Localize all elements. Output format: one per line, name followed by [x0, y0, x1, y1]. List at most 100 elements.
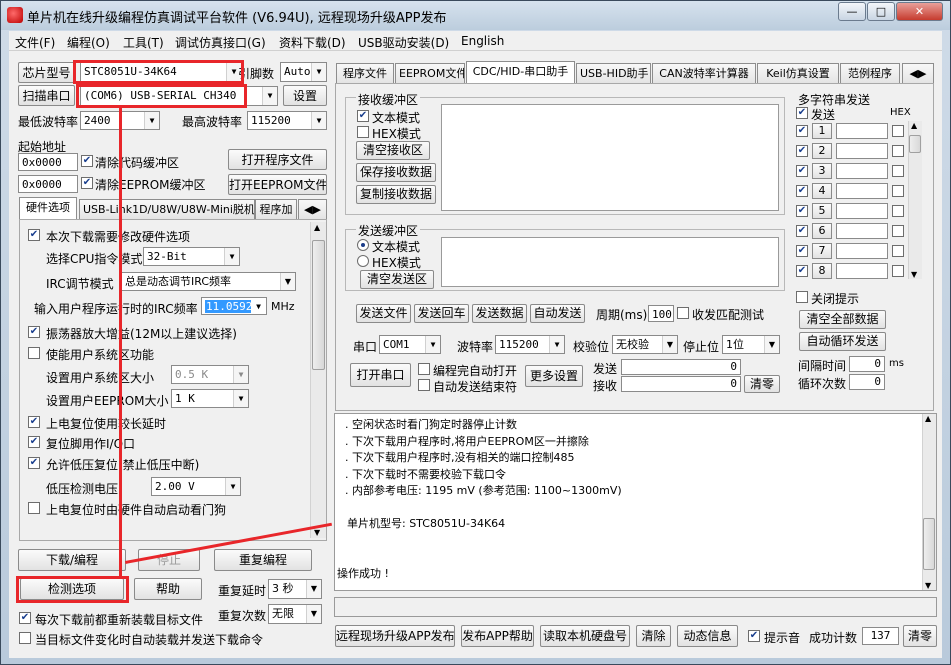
multi-row-text-input[interactable]: [836, 183, 888, 199]
low-voltage-reset-checkbox[interactable]: ✔: [28, 457, 40, 469]
send-buffer-textarea[interactable]: [441, 237, 779, 287]
send-enter-button[interactable]: 发送回车: [414, 304, 469, 323]
multi-row-send-checkbox[interactable]: ✔: [796, 165, 808, 177]
reset-pin-io-checkbox[interactable]: ✔: [28, 436, 40, 448]
system-area-size-select[interactable]: 0.5 K ▼: [171, 365, 249, 384]
need-modify-checkbox[interactable]: ✔: [28, 229, 40, 241]
maximize-button[interactable]: □: [867, 2, 895, 21]
multi-row-hex-checkbox[interactable]: [892, 165, 904, 177]
cpu-mode-select[interactable]: 32-Bit ▼: [143, 247, 240, 266]
multi-row-text-input[interactable]: [836, 123, 888, 139]
close-hint-checkbox[interactable]: [796, 291, 808, 303]
tab-program-file[interactable]: 程序文件: [336, 63, 394, 83]
menu-english[interactable]: English: [461, 34, 504, 48]
tab-keil-sim[interactable]: Keil仿真设置: [757, 63, 839, 83]
multi-row-text-input[interactable]: [836, 243, 888, 259]
receive-hex-mode-checkbox[interactable]: [357, 126, 369, 138]
clear-send-button[interactable]: 清空发送区: [360, 270, 434, 289]
multi-row-send-button[interactable]: 5: [812, 203, 832, 219]
pin-count-select[interactable]: Auto ▼: [280, 62, 327, 82]
multi-row-send-checkbox[interactable]: ✔: [796, 145, 808, 157]
download-program-button[interactable]: 下载/编程: [18, 549, 126, 571]
multi-row-send-button[interactable]: 1: [812, 123, 832, 139]
chip-model-button[interactable]: 芯片型号: [18, 62, 75, 83]
tab-usb-link-offline[interactable]: USB-Link1D/U8W/U8W-Mini脱机: [79, 199, 255, 219]
clear-receive-button[interactable]: 清空接收区: [356, 141, 430, 160]
irc-mode-select[interactable]: 总是动态调节IRC频率 ▼: [121, 272, 296, 291]
auto-send-button[interactable]: 自动发送: [530, 304, 585, 323]
clear-all-data-button[interactable]: 清空全部数据: [799, 310, 886, 329]
multi-send-scrollbar[interactable]: ▲ ▼: [908, 121, 922, 279]
help-button[interactable]: 帮助: [134, 578, 202, 600]
animation-info-button[interactable]: 动态信息: [677, 625, 738, 647]
log-scrollbar-thumb[interactable]: [923, 518, 935, 570]
clear-success-count-button[interactable]: 清零: [903, 625, 937, 647]
scan-port-button[interactable]: 扫描串口: [18, 85, 75, 106]
beep-checkbox[interactable]: ✔: [748, 630, 760, 642]
title-bar[interactable]: 单片机在线升级编程仿真调试平台软件 (V6.94U), 远程现场升级APP发布 …: [1, 1, 950, 30]
auto-open-checkbox[interactable]: [418, 363, 430, 375]
interval-input[interactable]: 0: [849, 356, 885, 372]
scrollbar-thumb[interactable]: [312, 240, 325, 370]
menu-tools[interactable]: 工具(T): [123, 34, 164, 51]
multi-row-hex-checkbox[interactable]: [892, 205, 904, 217]
more-settings-button[interactable]: 更多设置: [525, 365, 583, 387]
repeat-delay-select[interactable]: 3 秒 ▼: [268, 579, 322, 599]
reload-target-checkbox[interactable]: ✔: [19, 612, 31, 624]
multi-row-send-button[interactable]: 2: [812, 143, 832, 159]
period-input[interactable]: 100: [648, 305, 674, 322]
multi-row-send-button[interactable]: 6: [812, 223, 832, 239]
clear-code-checkbox[interactable]: ✔: [81, 155, 93, 167]
close-button[interactable]: ✕: [896, 2, 943, 21]
auto-loop-send-button[interactable]: 自动循环发送: [799, 332, 886, 351]
match-test-checkbox[interactable]: [677, 307, 689, 319]
open-program-file-button[interactable]: 打开程序文件: [228, 149, 327, 170]
multi-row-send-checkbox[interactable]: ✔: [796, 205, 808, 217]
send-hex-mode-radio[interactable]: [357, 255, 369, 267]
read-disk-id-button[interactable]: 读取本机硬盘号: [540, 625, 630, 647]
copy-receive-button[interactable]: 复制接收数据: [356, 185, 436, 204]
max-baud-select[interactable]: 115200 ▼: [247, 111, 327, 130]
multi-row-hex-checkbox[interactable]: [892, 265, 904, 277]
multi-send-all-checkbox[interactable]: ✔: [796, 107, 808, 119]
auto-end-char-checkbox[interactable]: [418, 379, 430, 391]
multi-row-hex-checkbox[interactable]: [892, 125, 904, 137]
menu-file[interactable]: 文件(F): [15, 34, 55, 51]
settings-button[interactable]: 设置: [283, 85, 327, 106]
stop-bit-select[interactable]: 1位 ▼: [722, 335, 780, 354]
multi-row-send-checkbox[interactable]: ✔: [796, 225, 808, 237]
tab-examples[interactable]: 范例程序: [840, 63, 900, 83]
user-system-area-checkbox[interactable]: [28, 347, 40, 359]
repeat-count-select[interactable]: 无限 ▼: [268, 604, 322, 624]
serial-port-select[interactable]: COM1 ▼: [379, 335, 441, 354]
osc-gain-checkbox[interactable]: ✔: [28, 326, 40, 338]
multi-row-text-input[interactable]: [836, 163, 888, 179]
tab-hardware-options[interactable]: 硬件选项: [19, 197, 77, 219]
send-data-button[interactable]: 发送数据: [472, 304, 527, 323]
receive-buffer-textarea[interactable]: [441, 104, 779, 211]
parity-select[interactable]: 无校验 ▼: [612, 335, 678, 354]
irc-frequency-select[interactable]: 11.0592 ▼: [201, 297, 267, 315]
clear-tx-rx-button[interactable]: 清零: [744, 375, 780, 393]
multi-row-text-input[interactable]: [836, 263, 888, 279]
multi-row-hex-checkbox[interactable]: [892, 225, 904, 237]
menu-debug[interactable]: 调试仿真接口(G): [175, 34, 266, 51]
tab-scroll-arrows[interactable]: ◀▶: [298, 199, 327, 219]
hardware-options-scrollbar[interactable]: ▲ ▼: [310, 222, 326, 538]
multi-row-send-button[interactable]: 3: [812, 163, 832, 179]
publish-app-help-button[interactable]: 发布APP帮助: [461, 625, 534, 647]
multi-row-send-button[interactable]: 4: [812, 183, 832, 199]
reprogram-button[interactable]: 重复编程: [214, 549, 312, 571]
tab-eeprom-file[interactable]: EEPROM文件: [395, 63, 465, 83]
loop-count-input[interactable]: 0: [849, 374, 885, 390]
multi-row-text-input[interactable]: [836, 223, 888, 239]
output-log-scrollbar[interactable]: ▲ ▼: [922, 414, 936, 590]
multi-scrollbar-thumb[interactable]: [909, 135, 921, 153]
clear-eeprom-checkbox[interactable]: ✔: [81, 177, 93, 189]
eeprom-address-input[interactable]: 0x0000: [18, 175, 78, 193]
open-eeprom-file-button[interactable]: 打开EEPROM文件: [228, 174, 327, 195]
watchdog-checkbox[interactable]: [28, 502, 40, 514]
tab-scroll-arrows-right[interactable]: ◀▶: [902, 63, 934, 83]
menu-program[interactable]: 编程(O): [67, 34, 110, 51]
multi-row-text-input[interactable]: [836, 143, 888, 159]
